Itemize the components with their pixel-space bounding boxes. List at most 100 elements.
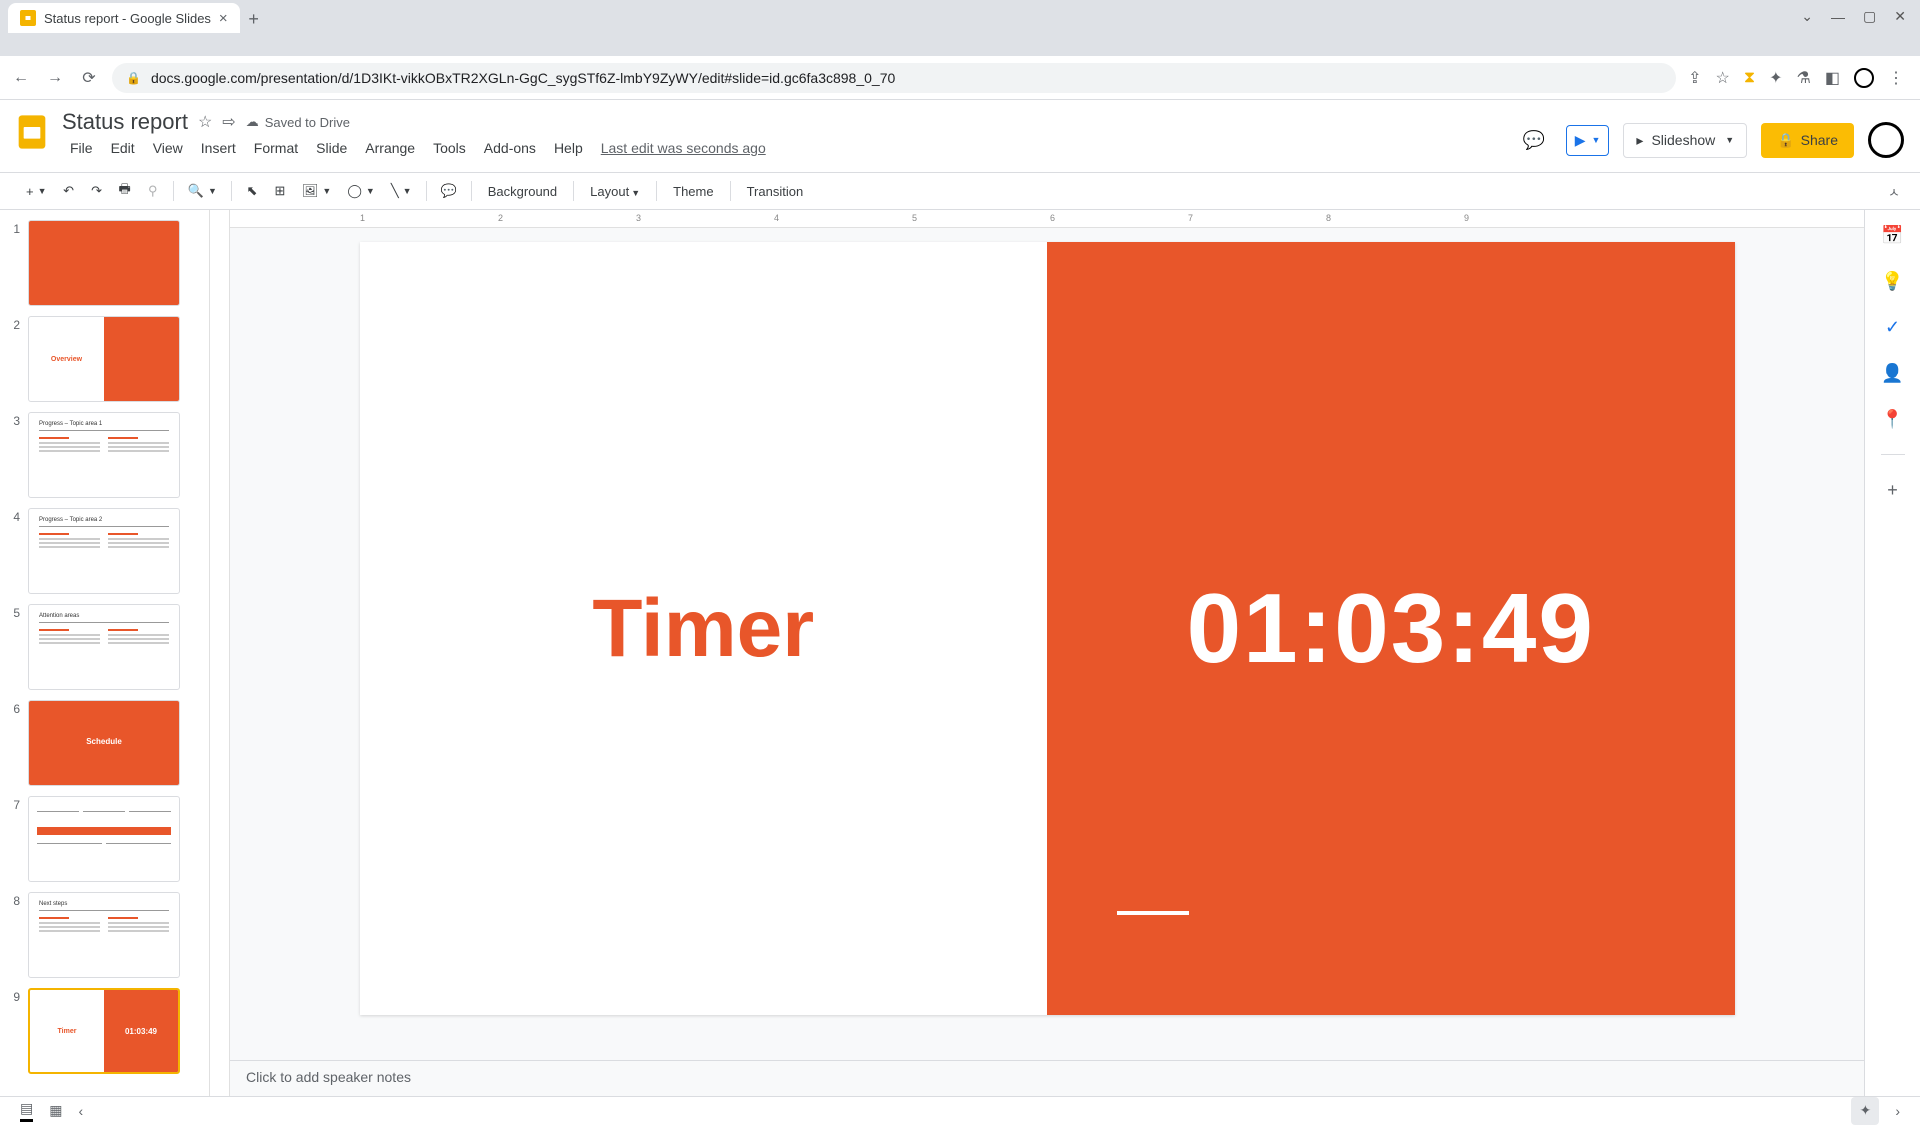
thumb-number: 8	[8, 892, 20, 978]
slide-thumbnail-6[interactable]: Schedule	[28, 700, 180, 786]
saved-status: ☁ Saved to Drive	[246, 114, 350, 130]
slides-logo[interactable]	[12, 112, 52, 152]
move-doc-icon[interactable]: ⇨	[222, 112, 235, 132]
new-slide-button[interactable]: +▼	[20, 180, 53, 203]
comment-tool[interactable]: 💬	[435, 179, 463, 203]
menu-file[interactable]: File	[62, 137, 101, 159]
slide-right-panel: 01:03:49	[1047, 242, 1735, 1015]
share-button[interactable]: 🔒 Share	[1761, 123, 1854, 158]
thumb-number: 7	[8, 796, 20, 882]
lock-icon: 🔒	[1777, 132, 1794, 149]
slide-thumbnail-4[interactable]: Progress – Topic area 2	[28, 508, 180, 594]
add-panel-icon[interactable]: +	[1882, 479, 1904, 501]
undo-button[interactable]: ↶	[57, 179, 81, 203]
thumb-number: 4	[8, 508, 20, 594]
chevron-down-icon[interactable]: ⌄	[1801, 8, 1813, 25]
slide-thumbnail-3[interactable]: Progress – Topic area 1	[28, 412, 180, 498]
grid-view-icon[interactable]: ▦	[49, 1102, 62, 1119]
forward-button[interactable]: →	[44, 67, 66, 89]
menu-slide[interactable]: Slide	[308, 137, 355, 159]
bottom-bar: ▤ ▦ ‹ ✦ ›	[0, 1096, 1920, 1124]
background-button[interactable]: Background	[480, 180, 565, 203]
shape-tool[interactable]: ◯▼	[341, 179, 380, 203]
doc-title[interactable]: Status report	[62, 109, 188, 135]
star-doc-icon[interactable]: ☆	[198, 112, 212, 132]
menu-addons[interactable]: Add-ons	[476, 137, 544, 159]
menu-view[interactable]: View	[145, 137, 191, 159]
url-bar[interactable]: 🔒 docs.google.com/presentation/d/1D3IKt-…	[112, 63, 1676, 93]
share-page-icon[interactable]: ⇪	[1688, 68, 1701, 88]
explore-button[interactable]: ✦	[1851, 1097, 1879, 1125]
slide-thumbnail-5[interactable]: Attention areas	[28, 604, 180, 690]
keep-icon[interactable]: 💡	[1882, 270, 1904, 292]
browser-tab[interactable]: Status report - Google Slides ×	[8, 3, 240, 33]
slide-thumbnail-7[interactable]	[28, 796, 180, 882]
account-avatar[interactable]	[1868, 122, 1904, 158]
slide-canvas[interactable]: Timer 01:03:49	[360, 242, 1735, 1015]
slide-thumbnail-9[interactable]: Timer01:03:49	[28, 988, 180, 1074]
vertical-ruler	[210, 210, 230, 1096]
play-icon: ▸	[1636, 132, 1643, 149]
slide-left-panel: Timer	[360, 242, 1048, 1015]
menu-help[interactable]: Help	[546, 137, 591, 159]
hourglass-ext-icon[interactable]: ⧗	[1744, 69, 1755, 87]
paint-format-button[interactable]: ⚲	[141, 179, 165, 203]
present-button[interactable]: ▶▼	[1566, 125, 1610, 156]
calendar-icon[interactable]: 📅	[1882, 224, 1904, 246]
select-tool[interactable]: ⬉	[240, 179, 264, 203]
collapse-filmstrip-icon[interactable]: ‹	[78, 1103, 83, 1119]
maximize-icon[interactable]: ▢	[1863, 8, 1876, 25]
slide-thumbnail-1[interactable]	[28, 220, 180, 306]
side-panel: 📅 💡 ✓ 👤 📍 +	[1864, 210, 1920, 1096]
transition-button[interactable]: Transition	[739, 180, 812, 203]
last-edit-link[interactable]: Last edit was seconds ago	[601, 140, 766, 156]
menu-format[interactable]: Format	[246, 137, 306, 159]
show-sidepanel-icon[interactable]: ›	[1895, 1103, 1900, 1119]
slide-thumbnail-2[interactable]: Overview	[28, 316, 180, 402]
comments-button[interactable]: 💬	[1516, 122, 1552, 158]
slide-filmstrip: 12Overview3Progress – Topic area 14Progr…	[0, 210, 210, 1096]
maps-icon[interactable]: 📍	[1882, 408, 1904, 430]
zoom-button[interactable]: 🔍▼	[182, 179, 223, 203]
reload-button[interactable]: ⟳	[78, 67, 100, 89]
menu-arrange[interactable]: Arrange	[357, 137, 423, 159]
toolbar: +▼ ↶ ↷ 🖶 ⚲ 🔍▼ ⬉ ⊞ 🖼▼ ◯▼ ╲▼ 💬 Background …	[0, 172, 1920, 210]
thumb-number: 1	[8, 220, 20, 306]
chevron-down-icon[interactable]: ▼	[1725, 135, 1734, 145]
line-tool[interactable]: ╲▼	[385, 179, 418, 203]
tasks-icon[interactable]: ✓	[1882, 316, 1904, 338]
extensions-icon[interactable]: ✦	[1769, 68, 1782, 88]
image-tool[interactable]: 🖼▼	[296, 179, 337, 203]
layout-button[interactable]: Layout▼	[582, 180, 648, 203]
close-window-icon[interactable]: ✕	[1894, 8, 1906, 25]
speaker-notes[interactable]: Click to add speaker notes	[230, 1060, 1864, 1096]
profile-ext-icon[interactable]	[1854, 68, 1874, 88]
print-button[interactable]: 🖶	[113, 176, 137, 206]
menu-tools[interactable]: Tools	[425, 137, 474, 159]
collapse-toolbar-icon[interactable]: ㅅ	[1888, 182, 1900, 201]
minimize-icon[interactable]: —	[1831, 9, 1845, 25]
lock-icon: 🔒	[126, 71, 141, 85]
browser-menu-icon[interactable]: ⋮	[1888, 68, 1904, 88]
menu-insert[interactable]: Insert	[193, 137, 244, 159]
contacts-icon[interactable]: 👤	[1882, 362, 1904, 384]
slide-title-text[interactable]: Timer	[592, 582, 814, 676]
thumb-number: 5	[8, 604, 20, 690]
textbox-tool[interactable]: ⊞	[268, 179, 292, 203]
menu-bar: File Edit View Insert Format Slide Arran…	[62, 136, 1516, 160]
menu-edit[interactable]: Edit	[103, 137, 143, 159]
sidepanel-icon[interactable]: ◧	[1825, 68, 1840, 88]
redo-button[interactable]: ↷	[85, 179, 109, 203]
slide-thumbnail-8[interactable]: Next steps	[28, 892, 180, 978]
back-button[interactable]: ←	[10, 67, 32, 89]
flask-ext-icon[interactable]: ⚗	[1797, 68, 1811, 88]
star-icon[interactable]: ☆	[1716, 68, 1730, 88]
theme-button[interactable]: Theme	[665, 180, 721, 203]
filmstrip-view-icon[interactable]: ▤	[20, 1100, 33, 1122]
timer-value[interactable]: 01:03:49	[1187, 572, 1595, 685]
slideshow-button[interactable]: ▸ Slideshow ▼	[1623, 123, 1747, 158]
thumb-number: 6	[8, 700, 20, 786]
tab-title: Status report - Google Slides	[44, 11, 211, 26]
tab-close-icon[interactable]: ×	[219, 10, 228, 27]
new-tab-button[interactable]: +	[240, 5, 268, 33]
